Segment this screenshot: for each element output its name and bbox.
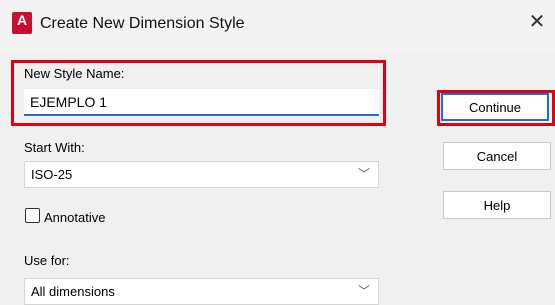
start-with-label: Start With: (24, 140, 85, 155)
use-for-dropdown[interactable]: All dimensions ﹀ (24, 278, 379, 305)
cancel-button[interactable]: Cancel (443, 142, 551, 170)
annotative-label: Annotative (44, 210, 106, 225)
use-for-value: All dimensions (31, 284, 115, 299)
use-for-label: Use for: (24, 253, 70, 268)
window-title: Create New Dimension Style (40, 15, 245, 32)
app-icon-letter: A (16, 12, 28, 28)
chevron-down-icon: ﹀ (357, 284, 370, 298)
chevron-down-icon: ﹀ (357, 167, 370, 181)
close-button[interactable]: ✕ (525, 11, 549, 35)
continue-button[interactable]: Continue (441, 93, 549, 121)
help-button[interactable]: Help (443, 191, 551, 219)
new-style-name-label: New Style Name: (24, 66, 125, 81)
title-bar: A Create New Dimension Style ✕ (0, 0, 555, 54)
start-with-value: ISO-25 (31, 167, 73, 182)
new-style-name-input[interactable] (24, 89, 379, 116)
annotative-checkbox[interactable] (25, 208, 40, 223)
autocad-app-icon: A (12, 12, 32, 34)
close-icon: ✕ (528, 11, 546, 33)
start-with-dropdown[interactable]: ISO-25 ﹀ (24, 161, 379, 188)
